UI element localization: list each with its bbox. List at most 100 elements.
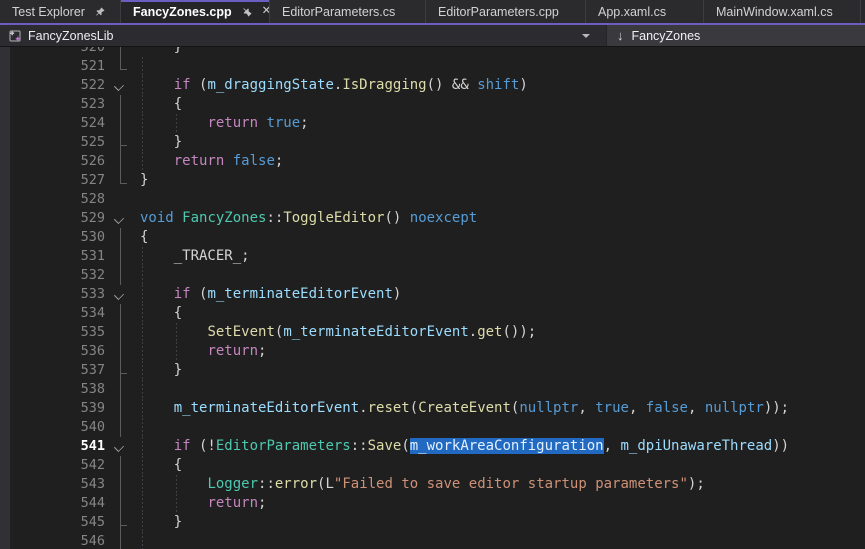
close-icon[interactable]: ✕ (262, 6, 270, 18)
code-line-542[interactable]: 542 { (0, 456, 865, 475)
code-text[interactable]: { (136, 228, 865, 247)
code-line-526[interactable]: 526 return false; (0, 152, 865, 171)
code-line-527[interactable]: 527} (0, 171, 865, 190)
code-text[interactable]: { (136, 95, 865, 114)
line-number[interactable]: 525 (10, 133, 105, 152)
line-number[interactable]: 532 (10, 266, 105, 285)
code-text[interactable]: return; (136, 494, 865, 513)
code-text[interactable]: } (136, 513, 865, 532)
code-line-523[interactable]: 523 { (0, 95, 865, 114)
code-token: :: (258, 476, 275, 492)
code-line-522[interactable]: 522 if (m_draggingState.IsDragging() && … (0, 76, 865, 95)
code-text[interactable] (136, 190, 865, 209)
code-line-531[interactable]: 531 _TRACER_; (0, 247, 865, 266)
line-number[interactable]: 541 (10, 437, 105, 456)
code-line-520[interactable]: 520 } (0, 47, 865, 57)
line-number[interactable]: 526 (10, 152, 105, 171)
chevron-down-icon[interactable] (582, 34, 590, 38)
line-number[interactable]: 521 (10, 57, 105, 76)
code-line-533[interactable]: 533 if (m_terminateEditorEvent) (0, 285, 865, 304)
pin-icon[interactable] (94, 6, 106, 18)
code-text[interactable]: { (136, 456, 865, 475)
line-number[interactable]: 544 (10, 494, 105, 513)
code-text[interactable]: void FancyZones::ToggleEditor() noexcept (136, 209, 865, 228)
line-number[interactable]: 528 (10, 190, 105, 209)
code-line-540[interactable]: 540 (0, 418, 865, 437)
tab-editorparameters-cs[interactable]: EditorParameters.cs (270, 0, 426, 23)
tab-app-xaml-cs[interactable]: App.xaml.cs (586, 0, 704, 23)
fold-collapse-icon[interactable] (105, 285, 136, 304)
code-line-535[interactable]: 535 SetEvent(m_terminateEditorEvent.get(… (0, 323, 865, 342)
tab-mainwindow-xaml-cs[interactable]: MainWindow.xaml.cs (704, 0, 861, 23)
code-line-537[interactable]: 537 } (0, 361, 865, 380)
line-number[interactable]: 534 (10, 304, 105, 323)
code-text[interactable]: } (136, 133, 865, 152)
line-number[interactable]: 542 (10, 456, 105, 475)
code-line-528[interactable]: 528 (0, 190, 865, 209)
code-text[interactable] (136, 57, 865, 76)
tab-test-explorer[interactable]: Test Explorer (0, 0, 121, 23)
code-text[interactable]: return false; (136, 152, 865, 171)
pin-icon[interactable] (241, 6, 253, 18)
code-line-545[interactable]: 545 } (0, 513, 865, 532)
code-line-539[interactable]: 539 m_terminateEditorEvent.reset(CreateE… (0, 399, 865, 418)
code-line-544[interactable]: 544 return; (0, 494, 865, 513)
line-number[interactable]: 531 (10, 247, 105, 266)
line-number[interactable]: 524 (10, 114, 105, 133)
code-line-534[interactable]: 534 { (0, 304, 865, 323)
line-number[interactable]: 537 (10, 361, 105, 380)
line-number[interactable]: 540 (10, 418, 105, 437)
line-number[interactable]: 538 (10, 380, 105, 399)
line-number[interactable]: 522 (10, 76, 105, 95)
code-text[interactable]: if (m_terminateEditorEvent) (136, 285, 865, 304)
line-number[interactable]: 520 (10, 47, 105, 57)
code-text[interactable]: m_terminateEditorEvent.reset(CreateEvent… (136, 399, 865, 418)
code-text[interactable]: } (136, 171, 865, 190)
line-number[interactable]: 533 (10, 285, 105, 304)
tab-editorparameters-cpp[interactable]: EditorParameters.cpp (426, 0, 586, 23)
line-number[interactable]: 545 (10, 513, 105, 532)
line-number[interactable]: 535 (10, 323, 105, 342)
breakpoint-margin[interactable] (0, 47, 10, 549)
fold-collapse-icon[interactable] (105, 76, 136, 95)
code-line-521[interactable]: 521 (0, 57, 865, 76)
code-text[interactable] (136, 532, 865, 549)
line-number[interactable]: 530 (10, 228, 105, 247)
fold-collapse-icon[interactable] (105, 209, 136, 228)
project-dropdown[interactable]: FancyZonesLib (0, 25, 606, 46)
line-number[interactable]: 546 (10, 532, 105, 549)
code-text[interactable] (136, 266, 865, 285)
code-editor[interactable]: 520 }521522 if (m_draggingState.IsDraggi… (0, 47, 865, 549)
code-line-536[interactable]: 536 return; (0, 342, 865, 361)
code-line-538[interactable]: 538 (0, 380, 865, 399)
code-line-546[interactable]: 546 (0, 532, 865, 549)
code-line-524[interactable]: 524 return true; (0, 114, 865, 133)
code-text[interactable]: if (m_draggingState.IsDragging() && shif… (136, 76, 865, 95)
code-text[interactable]: return true; (136, 114, 865, 133)
code-line-541[interactable]: 541 if (!EditorParameters::Save(m_workAr… (0, 437, 865, 456)
code-line-530[interactable]: 530 { (0, 228, 865, 247)
code-text[interactable]: if (!EditorParameters::Save(m_workAreaCo… (136, 437, 865, 456)
fold-collapse-icon[interactable] (105, 437, 136, 456)
code-text[interactable]: { (136, 304, 865, 323)
line-number[interactable]: 539 (10, 399, 105, 418)
code-line-532[interactable]: 532 (0, 266, 865, 285)
code-line-525[interactable]: 525 } (0, 133, 865, 152)
line-number[interactable]: 527 (10, 171, 105, 190)
line-number[interactable]: 543 (10, 475, 105, 494)
code-text[interactable] (136, 418, 865, 437)
code-text[interactable]: return; (136, 342, 865, 361)
tab-fancyzones-cpp[interactable]: FancyZones.cpp ✕ (121, 0, 270, 23)
code-text[interactable]: SetEvent(m_terminateEditorEvent.get()); (136, 323, 865, 342)
code-line-529[interactable]: 529 void FancyZones::ToggleEditor() noexc… (0, 209, 865, 228)
code-line-543[interactable]: 543 Logger::error(L"Failed to save edito… (0, 475, 865, 494)
line-number[interactable]: 523 (10, 95, 105, 114)
code-text[interactable]: _TRACER_; (136, 247, 865, 266)
line-number[interactable]: 529 (10, 209, 105, 228)
code-text[interactable]: Logger::error(L"Failed to save editor st… (136, 475, 865, 494)
line-number[interactable]: 536 (10, 342, 105, 361)
code-text[interactable] (136, 380, 865, 399)
code-text[interactable]: } (136, 361, 865, 380)
scope-dropdown[interactable]: ↓ FancyZones (606, 25, 865, 46)
code-text[interactable]: } (136, 47, 865, 57)
